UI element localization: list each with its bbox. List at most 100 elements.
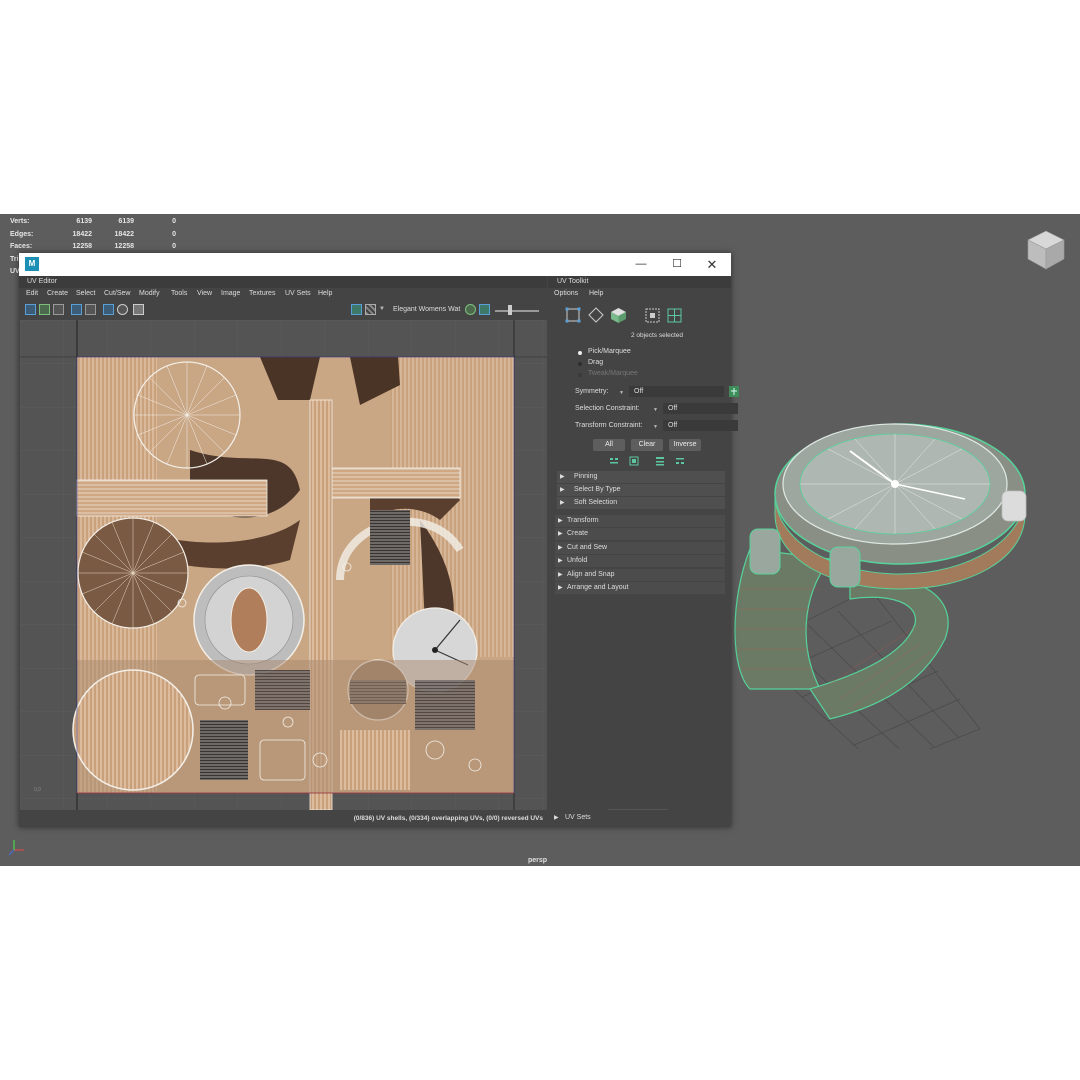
symmetry-label: Symmetry: bbox=[575, 388, 609, 395]
hud-label: Edges: bbox=[10, 230, 34, 238]
chevron-right-icon: ▶ bbox=[558, 558, 563, 564]
uv-canvas[interactable]: 0,0 bbox=[20, 320, 547, 810]
hud-value: 0 bbox=[172, 218, 176, 225]
section-label: Unfold bbox=[567, 557, 588, 564]
inverse-selection-button[interactable]: Inverse bbox=[669, 439, 701, 451]
hud-value: 6139 bbox=[118, 218, 134, 225]
selection-constraint-dropdown[interactable]: Off bbox=[663, 403, 738, 414]
exposure-slider-thumb[interactable] bbox=[508, 305, 512, 315]
section-label: Cut and Sew bbox=[567, 544, 608, 551]
section-pinning[interactable]: ▶ Pinning bbox=[557, 471, 725, 483]
chevron-right-icon: ▶ bbox=[558, 545, 563, 551]
section-arrange-and-layout[interactable]: ▶ Arrange and Layout bbox=[555, 582, 725, 594]
window-title-bar[interactable]: M — ☐ ✕ bbox=[19, 253, 731, 276]
menu-view[interactable]: View bbox=[197, 288, 212, 300]
minimize-button[interactable]: — bbox=[626, 256, 656, 273]
mode-label-pick-marquee[interactable]: Pick/Marquee bbox=[588, 348, 631, 355]
hud-value: 12258 bbox=[114, 243, 134, 250]
section-label: Soft Selection bbox=[574, 499, 618, 506]
menu-help[interactable]: Help bbox=[318, 288, 332, 300]
toolkit-menu-help[interactable]: Help bbox=[589, 288, 603, 300]
uv-editor-window[interactable]: M — ☐ ✕ UV Editor Edit Create Select Cut… bbox=[19, 253, 739, 827]
menu-tools[interactable]: Tools bbox=[171, 288, 187, 300]
menu-modify[interactable]: Modify bbox=[139, 288, 160, 300]
hud-value: 0 bbox=[172, 230, 176, 238]
section-align-and-snap[interactable]: ▶ Align and Snap bbox=[555, 569, 725, 581]
chevron-right-icon: ▶ bbox=[558, 585, 563, 591]
grid-select-icon[interactable] bbox=[667, 308, 682, 323]
uv-mode-icon[interactable] bbox=[565, 307, 581, 323]
shell-mode-icon[interactable] bbox=[610, 307, 627, 324]
menu-cut-sew[interactable]: Cut/Sew bbox=[104, 288, 130, 300]
section-transform[interactable]: ▶ Transform bbox=[555, 515, 725, 527]
snap-icon[interactable] bbox=[117, 304, 128, 315]
checker-tiles-icon[interactable] bbox=[365, 304, 376, 315]
hud-row-faces: Faces: 12258 12258 0 bbox=[10, 241, 176, 254]
section-select-by-type[interactable]: ▶ Select By Type bbox=[557, 484, 725, 496]
convert-selection-icons[interactable] bbox=[608, 456, 723, 466]
frame-selection-icon[interactable] bbox=[85, 304, 96, 315]
radio-drag[interactable] bbox=[578, 362, 582, 366]
menu-uv-sets[interactable]: UV Sets bbox=[285, 288, 311, 300]
transform-constraint-dropdown[interactable]: Off bbox=[663, 420, 738, 431]
clear-selection-button[interactable]: Clear bbox=[631, 439, 663, 451]
uv-toolkit-menubar: Options Help bbox=[548, 288, 731, 300]
mode-label-drag[interactable]: Drag bbox=[588, 359, 603, 366]
grid-icon[interactable] bbox=[103, 304, 114, 315]
toolkit-menu-options[interactable]: Options bbox=[554, 288, 578, 300]
uv-origin-label: 0,0 bbox=[34, 787, 41, 793]
uv-editor-toolbar: ▼ Elegant Womens Wat bbox=[19, 301, 547, 319]
dim-image-icon[interactable] bbox=[39, 304, 50, 315]
hud-label: Tri bbox=[10, 255, 19, 263]
radio-tweak-marquee bbox=[578, 373, 582, 377]
hud-value: 18422 bbox=[114, 230, 134, 238]
watch-3d-model[interactable] bbox=[720, 389, 1040, 749]
symmetry-axis-icon[interactable] bbox=[729, 386, 739, 397]
snapshot-icon[interactable] bbox=[133, 304, 144, 315]
view-cube-icon[interactable] bbox=[1024, 228, 1068, 272]
chevron-down-icon[interactable]: ▼ bbox=[619, 390, 624, 396]
radio-pick-marquee[interactable] bbox=[578, 351, 582, 355]
refresh-icon[interactable] bbox=[465, 304, 476, 315]
close-button[interactable]: ✕ bbox=[697, 256, 727, 273]
divider bbox=[608, 809, 668, 810]
chevron-right-icon: ▶ bbox=[558, 518, 563, 524]
menu-edit[interactable]: Edit bbox=[26, 288, 38, 300]
hud-label: Faces: bbox=[10, 243, 33, 250]
display-image-icon[interactable] bbox=[351, 304, 362, 315]
menu-textures[interactable]: Textures bbox=[249, 288, 275, 300]
hud-row-verts: Verts: 6139 6139 0 bbox=[10, 216, 176, 229]
edge-mode-icon[interactable] bbox=[588, 307, 604, 323]
uv-toolkit-panel: UV Toolkit Options Help 2 objects select bbox=[548, 276, 739, 827]
menu-image[interactable]: Image bbox=[221, 288, 240, 300]
section-label: Create bbox=[567, 530, 589, 537]
menu-select[interactable]: Select bbox=[76, 288, 95, 300]
select-all-button[interactable]: All bbox=[593, 439, 625, 451]
checker-icon[interactable] bbox=[53, 304, 64, 315]
hud-row-edges: Edges: 18422 18422 0 bbox=[10, 229, 176, 242]
hud-value: 18422 bbox=[72, 230, 92, 238]
image-icon[interactable] bbox=[479, 304, 490, 315]
chevron-down-icon[interactable]: ▼ bbox=[653, 424, 658, 430]
axis-gizmo-icon bbox=[8, 840, 24, 856]
section-create[interactable]: ▶ Create bbox=[555, 528, 725, 540]
maximize-button[interactable]: ☐ bbox=[662, 256, 692, 273]
frame-select-icon[interactable] bbox=[645, 308, 660, 323]
chevron-down-icon[interactable]: ▼ bbox=[653, 407, 658, 413]
symmetry-dropdown[interactable]: Off bbox=[629, 386, 724, 397]
exposure-slider[interactable] bbox=[495, 310, 539, 312]
texture-name-field[interactable]: Elegant Womens Wat bbox=[393, 304, 460, 316]
section-unfold[interactable]: ▶ Unfold bbox=[555, 555, 725, 567]
section-soft-selection[interactable]: ▶ Soft Selection bbox=[557, 497, 725, 509]
frame-all-icon[interactable] bbox=[71, 304, 82, 315]
hud-value: 0 bbox=[172, 243, 176, 250]
section-label: Arrange and Layout bbox=[567, 584, 629, 591]
uv-layout-graphic: 0,0 bbox=[20, 320, 547, 810]
section-cut-and-sew[interactable]: ▶ Cut and Sew bbox=[555, 542, 725, 554]
maya-app-icon: M bbox=[25, 257, 39, 271]
grid-toggle-icon[interactable] bbox=[25, 304, 36, 315]
section-uv-sets[interactable]: ▶ UV Sets bbox=[551, 812, 727, 824]
menu-create[interactable]: Create bbox=[47, 288, 68, 300]
chevron-down-icon[interactable]: ▼ bbox=[379, 304, 390, 315]
transform-constraint-label: Transform Constraint: bbox=[575, 422, 643, 429]
